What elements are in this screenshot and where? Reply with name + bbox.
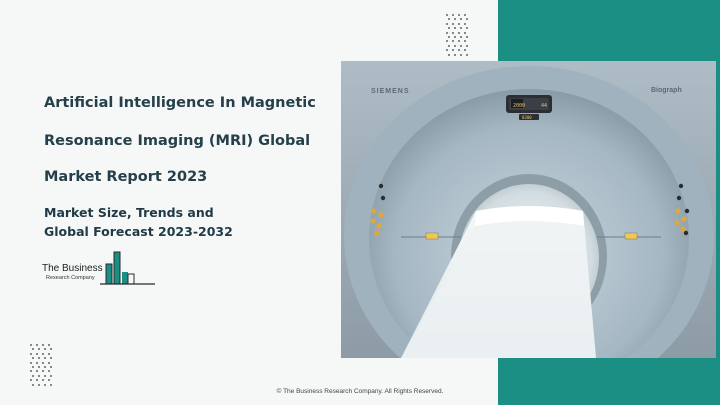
decorative-dot: [448, 27, 450, 30]
bar-chart-logo-icon: [100, 251, 155, 285]
decorative-dot: [48, 379, 50, 382]
report-subtitle-line-1: Market Size, Trends and: [44, 205, 214, 220]
decorative-dot: [32, 374, 34, 377]
decorative-dot: [460, 18, 462, 21]
report-title-line-3: Market Report 2023: [44, 169, 208, 185]
decorative-dot: [36, 379, 38, 382]
decorative-dot: [32, 383, 34, 386]
decorative-dot: [464, 22, 466, 25]
decorative-dot: [446, 31, 448, 34]
company-logo: The Business Research Company: [40, 248, 160, 288]
decorative-dot: [464, 31, 466, 34]
decorative-dot: [460, 44, 462, 47]
decorative-dot: [452, 31, 454, 34]
decorative-dot: [50, 374, 52, 377]
decorative-dot: [50, 366, 52, 368]
decorative-dot: [464, 49, 466, 52]
decorative-dot: [466, 36, 468, 38]
logo-company-name: The Business: [42, 263, 103, 274]
copyright-footer: © The Business Research Company. All Rig…: [276, 388, 444, 395]
slide: Artificial Intelligence In Magnetic Reso…: [0, 0, 720, 405]
report-title-line-1: Artificial Intelligence In Magnetic: [44, 95, 316, 111]
logo-company-subtitle: Research Company: [46, 275, 95, 281]
mri-scanner-photo: 2000 44 0300 SIEMENS Biograph: [341, 61, 716, 358]
decorative-dot: [460, 36, 462, 38]
decorative-dot: [38, 383, 40, 386]
decorative-dot: [448, 44, 450, 47]
decorative-dot: [460, 27, 462, 30]
decorative-dot: [458, 49, 460, 52]
decorative-dot: [466, 18, 468, 21]
decorative-dot: [44, 366, 46, 368]
photo-brand-right: Biograph: [651, 87, 682, 94]
decorative-dot: [454, 36, 456, 38]
decorative-dot: [458, 31, 460, 34]
decorative-dot: [448, 53, 450, 56]
decorative-dot: [446, 22, 448, 25]
decorative-dot: [30, 370, 32, 373]
decorative-dot: [38, 348, 40, 351]
photo-brand-left: SIEMENS: [371, 88, 410, 95]
decorative-dot: [30, 379, 32, 382]
decorative-dot: [32, 348, 34, 351]
photo-display-right: 44: [541, 103, 547, 109]
decorative-dot: [48, 352, 50, 355]
decorative-dot: [44, 357, 46, 360]
decorative-dot: [48, 361, 50, 364]
decorative-dot: [454, 53, 456, 56]
decorative-dot: [42, 352, 44, 355]
decorative-dot: [454, 27, 456, 30]
decorative-dot: [36, 352, 38, 355]
decorative-dot: [36, 344, 38, 346]
decorative-dot: [42, 344, 44, 346]
decorative-dot: [464, 14, 466, 16]
decorative-dot: [454, 44, 456, 47]
decorative-dot: [454, 18, 456, 21]
photo-display-left: 2000: [513, 103, 525, 109]
decorative-dot: [30, 344, 32, 346]
decorative-dot: [464, 40, 466, 43]
report-title-line-2: Resonance Imaging (MRI) Global: [44, 133, 311, 149]
decorative-dot: [36, 361, 38, 364]
decorative-dot: [452, 22, 454, 25]
decorative-dot: [48, 344, 50, 346]
decorative-dot: [30, 352, 32, 355]
decorative-dot: [458, 22, 460, 25]
decorative-dot: [42, 379, 44, 382]
decorative-dot: [448, 36, 450, 38]
decorative-dot: [32, 357, 34, 360]
decorative-dot: [460, 53, 462, 56]
decorative-dot: [32, 366, 34, 368]
decorative-dot: [44, 383, 46, 386]
decorative-dot: [458, 40, 460, 43]
decorative-dot: [452, 14, 454, 16]
decorative-dot: [50, 357, 52, 360]
decorative-dot: [38, 357, 40, 360]
decorative-dot: [44, 348, 46, 351]
decorative-dot: [36, 370, 38, 373]
decorative-dot: [452, 40, 454, 43]
decorative-dot: [44, 374, 46, 377]
decorative-dot: [446, 14, 448, 16]
decorative-dot: [50, 348, 52, 351]
decorative-dot: [466, 44, 468, 47]
dot-grid-bottom-decoration: [30, 344, 56, 388]
decorative-dot: [466, 27, 468, 30]
report-subtitle-line-2: Global Forecast 2023-2032: [44, 224, 233, 239]
decorative-dot: [466, 53, 468, 56]
decorative-dot: [42, 370, 44, 373]
decorative-dot: [48, 370, 50, 373]
decorative-dot: [50, 383, 52, 386]
photo-display-bottom: 0300: [522, 115, 532, 120]
decorative-dot: [42, 361, 44, 364]
decorative-dot: [38, 366, 40, 368]
decorative-dot: [458, 14, 460, 16]
decorative-dot: [38, 374, 40, 377]
decorative-dot: [446, 40, 448, 43]
dot-grid-top-decoration: [446, 14, 472, 58]
decorative-dot: [30, 361, 32, 364]
decorative-dot: [452, 49, 454, 52]
decorative-dot: [446, 49, 448, 52]
decorative-dot: [448, 18, 450, 21]
